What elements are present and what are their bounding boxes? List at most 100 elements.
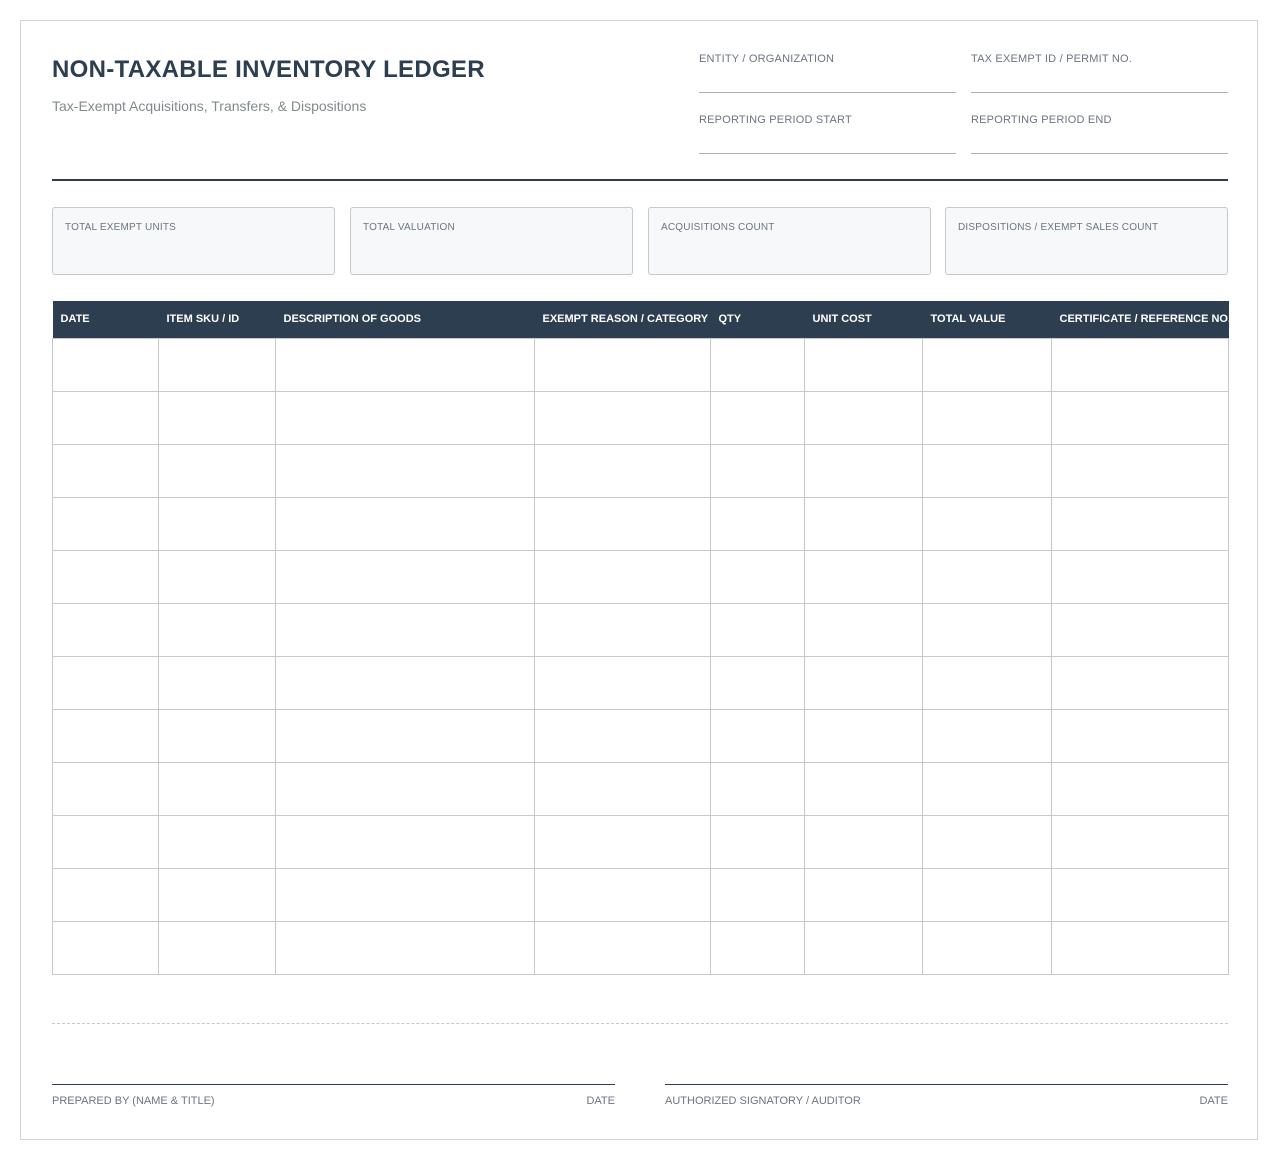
- table-cell[interactable]: [922, 390, 1052, 445]
- table-cell[interactable]: [710, 390, 805, 445]
- table-cell[interactable]: [158, 549, 276, 604]
- table-cell[interactable]: [710, 443, 805, 498]
- table-cell[interactable]: [922, 814, 1052, 869]
- table-cell[interactable]: [804, 496, 923, 551]
- table-cell[interactable]: [275, 814, 535, 869]
- entity-field[interactable]: ENTITY / ORGANIZATION: [699, 53, 956, 93]
- table-cell[interactable]: [1051, 708, 1229, 763]
- table-cell[interactable]: [52, 549, 159, 604]
- table-cell[interactable]: [534, 443, 711, 498]
- table-cell[interactable]: [52, 655, 159, 710]
- table-cell[interactable]: [52, 496, 159, 551]
- period-start-field[interactable]: REPORTING PERIOD START: [699, 114, 956, 154]
- table-cell[interactable]: [52, 708, 159, 763]
- table-cell[interactable]: [275, 496, 535, 551]
- table-cell[interactable]: [158, 443, 276, 498]
- table-cell[interactable]: [52, 761, 159, 816]
- table-cell[interactable]: [52, 920, 159, 975]
- table-cell[interactable]: [1051, 549, 1229, 604]
- table-cell[interactable]: [158, 708, 276, 763]
- table-cell[interactable]: [804, 602, 923, 657]
- table-cell[interactable]: [52, 337, 159, 392]
- table-cell[interactable]: [922, 549, 1052, 604]
- table-cell[interactable]: [804, 761, 923, 816]
- table-cell[interactable]: [52, 867, 159, 922]
- table-cell[interactable]: [534, 337, 711, 392]
- table-cell[interactable]: [158, 390, 276, 445]
- table-cell[interactable]: [922, 602, 1052, 657]
- table-cell[interactable]: [922, 443, 1052, 498]
- table-cell[interactable]: [275, 443, 535, 498]
- table-cell[interactable]: [534, 814, 711, 869]
- table-cell[interactable]: [275, 867, 535, 922]
- table-cell[interactable]: [534, 708, 711, 763]
- table-cell[interactable]: [158, 496, 276, 551]
- table-cell[interactable]: [710, 708, 805, 763]
- table-cell[interactable]: [710, 602, 805, 657]
- table-cell[interactable]: [158, 867, 276, 922]
- table-cell[interactable]: [1051, 655, 1229, 710]
- table-cell[interactable]: [710, 655, 805, 710]
- table-cell[interactable]: [158, 761, 276, 816]
- authorized-signature[interactable]: AUTHORIZED SIGNATORY / AUDITOR DATE: [665, 1084, 1228, 1112]
- table-cell[interactable]: [804, 920, 923, 975]
- table-cell[interactable]: [804, 814, 923, 869]
- table-cell[interactable]: [1051, 337, 1229, 392]
- table-cell[interactable]: [275, 549, 535, 604]
- table-cell[interactable]: [275, 390, 535, 445]
- table-cell[interactable]: [804, 867, 923, 922]
- table-cell[interactable]: [158, 337, 276, 392]
- table-cell[interactable]: [710, 761, 805, 816]
- table-cell[interactable]: [922, 708, 1052, 763]
- table-cell[interactable]: [1051, 814, 1229, 869]
- table-cell[interactable]: [534, 549, 711, 604]
- table-cell[interactable]: [804, 443, 923, 498]
- table-cell[interactable]: [1051, 761, 1229, 816]
- table-cell[interactable]: [804, 390, 923, 445]
- table-cell[interactable]: [710, 814, 805, 869]
- table-cell[interactable]: [710, 867, 805, 922]
- table-cell[interactable]: [275, 920, 535, 975]
- table-cell[interactable]: [275, 761, 535, 816]
- table-cell[interactable]: [710, 337, 805, 392]
- table-cell[interactable]: [1051, 390, 1229, 445]
- table-cell[interactable]: [275, 708, 535, 763]
- table-cell[interactable]: [534, 496, 711, 551]
- table-cell[interactable]: [1051, 443, 1229, 498]
- table-cell[interactable]: [275, 655, 535, 710]
- table-cell[interactable]: [534, 390, 711, 445]
- table-cell[interactable]: [804, 655, 923, 710]
- table-cell[interactable]: [710, 496, 805, 551]
- table-cell[interactable]: [804, 337, 923, 392]
- table-cell[interactable]: [52, 390, 159, 445]
- table-cell[interactable]: [1051, 867, 1229, 922]
- table-cell[interactable]: [52, 602, 159, 657]
- summary-acquisitions[interactable]: ACQUISITIONS COUNT: [648, 207, 931, 275]
- table-cell[interactable]: [710, 549, 805, 604]
- table-cell[interactable]: [922, 920, 1052, 975]
- table-cell[interactable]: [158, 920, 276, 975]
- table-cell[interactable]: [534, 761, 711, 816]
- summary-total-units[interactable]: TOTAL EXEMPT UNITS: [52, 207, 335, 275]
- table-cell[interactable]: [534, 655, 711, 710]
- table-cell[interactable]: [534, 920, 711, 975]
- table-cell[interactable]: [804, 708, 923, 763]
- table-cell[interactable]: [710, 920, 805, 975]
- tax-id-field[interactable]: TAX EXEMPT ID / PERMIT NO.: [971, 53, 1228, 93]
- table-cell[interactable]: [922, 655, 1052, 710]
- table-cell[interactable]: [275, 337, 535, 392]
- period-end-field[interactable]: REPORTING PERIOD END: [971, 114, 1228, 154]
- summary-total-valuation[interactable]: TOTAL VALUATION: [350, 207, 633, 275]
- table-cell[interactable]: [534, 602, 711, 657]
- summary-dispositions[interactable]: DISPOSITIONS / EXEMPT SALES COUNT: [945, 207, 1228, 275]
- table-cell[interactable]: [52, 814, 159, 869]
- prepared-by-signature[interactable]: PREPARED BY (NAME & TITLE) DATE: [52, 1084, 615, 1112]
- table-cell[interactable]: [1051, 602, 1229, 657]
- table-cell[interactable]: [1051, 496, 1229, 551]
- table-cell[interactable]: [52, 443, 159, 498]
- table-cell[interactable]: [1051, 920, 1229, 975]
- table-cell[interactable]: [922, 496, 1052, 551]
- table-cell[interactable]: [275, 602, 535, 657]
- table-cell[interactable]: [922, 867, 1052, 922]
- table-cell[interactable]: [922, 761, 1052, 816]
